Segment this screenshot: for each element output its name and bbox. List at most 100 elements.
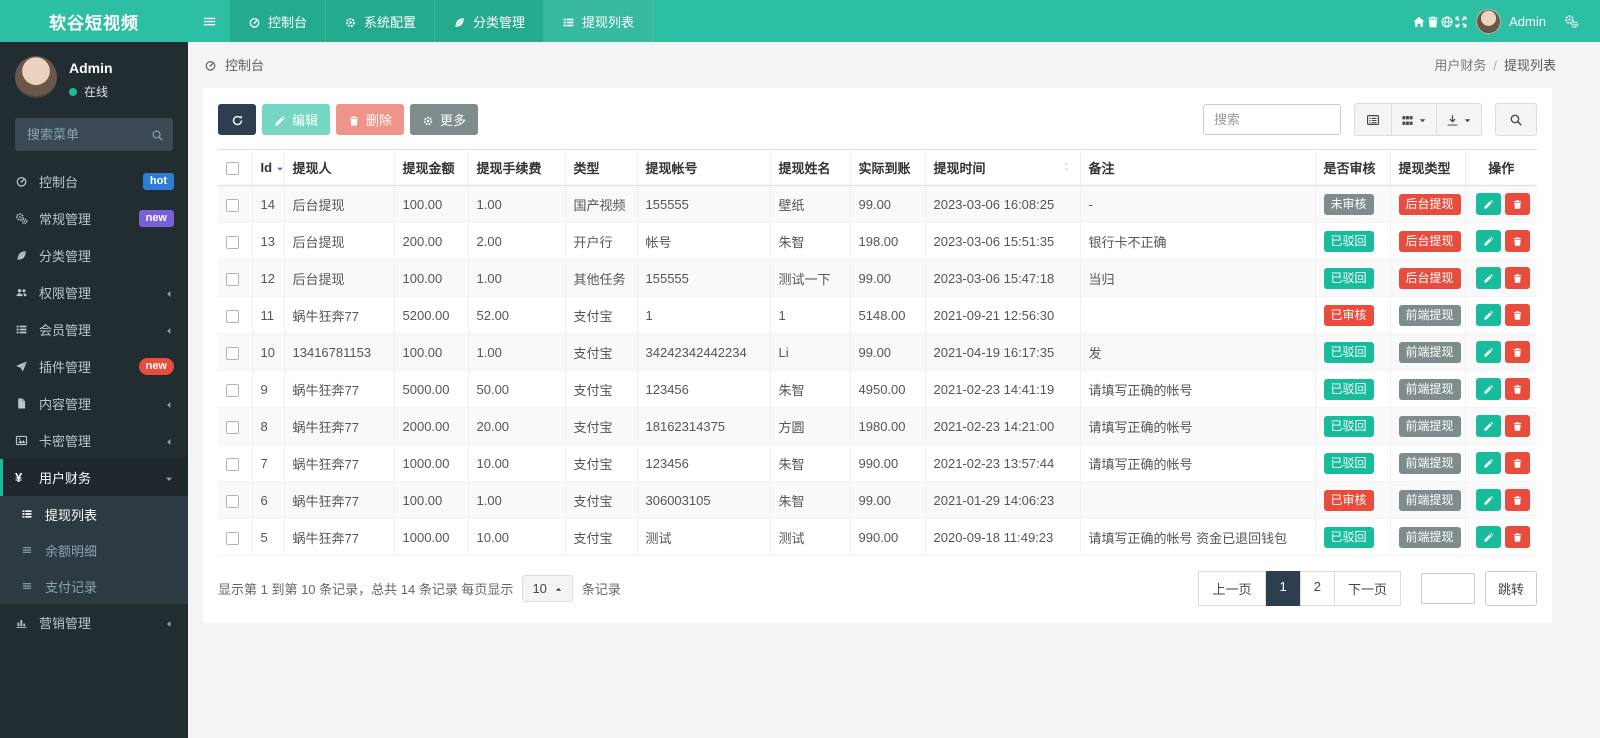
search-button[interactable] [1495, 103, 1537, 136]
row-checkbox[interactable] [226, 531, 239, 545]
table-search-input[interactable] [1203, 104, 1341, 135]
nav-tab-3[interactable]: 提现列表 [544, 0, 654, 42]
delete-row-button[interactable] [1504, 267, 1530, 289]
cell-remark: 请填写正确的帐号 资金已退回钱包 [1080, 518, 1316, 556]
row-checkbox[interactable] [226, 383, 239, 397]
sidebar-item-1[interactable]: 常规管理 new [0, 200, 188, 237]
delete-row-button[interactable] [1504, 304, 1530, 326]
records-summary: 显示第 1 到第 10 条记录，总共 14 条记录 每页显示 [218, 582, 514, 597]
delete-row-button[interactable] [1504, 489, 1530, 511]
column-header[interactable]: 提现帐号 [637, 149, 771, 186]
edit-row-button[interactable] [1475, 230, 1501, 252]
refresh-button[interactable] [218, 104, 256, 135]
column-header[interactable]: 提现姓名 [770, 149, 851, 186]
sidebar-subitem[interactable]: 提现列表 [0, 496, 188, 532]
sidebar-item-6[interactable]: 内容管理 [0, 385, 188, 422]
gears-icon[interactable] [1554, 13, 1588, 29]
columns-button[interactable] [1391, 103, 1437, 136]
chevron-left-icon [164, 615, 174, 630]
delete-row-button[interactable] [1504, 230, 1530, 252]
cell-amount: 1000.00 [394, 444, 469, 482]
column-header[interactable]: 操作 [1465, 149, 1537, 186]
sidebar-item-9[interactable]: 营销管理 [0, 604, 188, 641]
toggle-view-button[interactable] [1354, 103, 1392, 136]
page-button-2[interactable]: 2 [1299, 571, 1335, 606]
nav-tab-1[interactable]: 系统配置 [326, 0, 436, 42]
menu-search-input[interactable] [15, 118, 173, 151]
row-checkbox[interactable] [226, 346, 239, 360]
delete-row-button[interactable] [1504, 378, 1530, 400]
more-button[interactable]: 更多 [410, 104, 479, 135]
content-card: 编辑 删除 更多 搜索 Id 提现人 提现金额 提现手续费 类型 提现帐号 提现… [203, 88, 1552, 623]
table-row: 10 13416781153 100.00 1.00 支付宝 34242342442234… [218, 333, 1537, 371]
fullscreen-icon[interactable] [1454, 13, 1468, 28]
home-icon[interactable] [1412, 13, 1426, 28]
prev-page-button[interactable]: 上一页 [1198, 571, 1266, 606]
sidebar-item-3[interactable]: 权限管理 [0, 274, 188, 311]
nav-tab-0[interactable]: 控制台 [230, 0, 327, 42]
edit-row-button[interactable] [1475, 378, 1501, 400]
delete-row-button[interactable] [1504, 415, 1530, 437]
column-header[interactable]: 提现金额 [394, 149, 469, 186]
row-checkbox[interactable] [226, 309, 239, 323]
column-header[interactable]: Id [252, 149, 285, 186]
language-icon[interactable] [1440, 13, 1454, 28]
cell-withdrawer: 后台提现 [284, 222, 395, 260]
nav-tab-2[interactable]: 分类管理 [435, 0, 545, 42]
jump-page-input[interactable] [1420, 573, 1475, 604]
row-checkbox[interactable] [226, 198, 239, 212]
sidebar-subitem[interactable]: 支付记录 [0, 568, 188, 604]
edit-row-button[interactable] [1475, 267, 1501, 289]
withdraw-type-badge: 前端提现 [1398, 415, 1461, 437]
column-header[interactable]: 类型 [565, 149, 638, 186]
breadcrumb-link[interactable]: 用户财务 [1434, 58, 1486, 73]
delete-row-button[interactable] [1504, 526, 1530, 548]
column-header[interactable]: 提现时间 [925, 149, 1081, 186]
select-all-checkbox[interactable] [226, 162, 239, 176]
edit-row-button[interactable] [1475, 304, 1501, 326]
sidebar-item-4[interactable]: 会员管理 [0, 311, 188, 348]
sidebar-item-7[interactable]: 卡密管理 [0, 422, 188, 459]
edit-row-button[interactable] [1475, 193, 1501, 215]
row-checkbox[interactable] [226, 235, 239, 249]
delete-row-button[interactable] [1504, 452, 1530, 474]
caret-up-icon [554, 581, 563, 596]
row-checkbox[interactable] [226, 457, 239, 471]
column-header[interactable]: 是否审核 [1315, 149, 1391, 186]
sidebar-item-0[interactable]: 控制台 hot [0, 163, 188, 200]
row-checkbox[interactable] [226, 494, 239, 508]
gears-icon [15, 212, 39, 225]
edit-button[interactable]: 编辑 [262, 104, 331, 135]
jump-button[interactable]: 跳转 [1484, 571, 1537, 606]
column-header[interactable]: 提现手续费 [468, 149, 566, 186]
edit-row-button[interactable] [1475, 452, 1501, 474]
sidebar-item-5[interactable]: 插件管理 new [0, 348, 188, 385]
delete-row-button[interactable] [1504, 193, 1530, 215]
per-page-select[interactable]: 10 [522, 575, 573, 602]
next-page-button[interactable]: 下一页 [1333, 571, 1401, 606]
sidebar-subitem[interactable]: 余额明细 [0, 532, 188, 568]
edit-row-button[interactable] [1475, 415, 1501, 437]
column-header[interactable]: 提现类型 [1390, 149, 1466, 186]
edit-row-button[interactable] [1475, 489, 1501, 511]
delete-row-button[interactable] [1504, 341, 1530, 363]
sidebar-item-2[interactable]: 分类管理 [0, 237, 188, 274]
column-header[interactable]: 实际到账 [850, 149, 926, 186]
edit-row-button[interactable] [1475, 341, 1501, 363]
breadcrumb-link[interactable]: 提现列表 [1504, 58, 1556, 73]
column-header[interactable]: 备注 [1080, 149, 1316, 186]
cell-account: 306003105 [637, 481, 771, 519]
edit-row-button[interactable] [1475, 526, 1501, 548]
trash-icon[interactable] [1426, 13, 1440, 28]
column-header[interactable]: 提现人 [284, 149, 395, 186]
user-menu[interactable]: Admin [1476, 8, 1546, 34]
cell-withdrawer: 后台提现 [284, 185, 395, 223]
row-checkbox[interactable] [226, 272, 239, 286]
sidebar-item-8[interactable]: ¥ 用户财务 [0, 459, 188, 496]
export-button[interactable] [1436, 103, 1482, 136]
breadcrumb-left[interactable]: 控制台 [225, 55, 264, 74]
row-checkbox[interactable] [226, 420, 239, 434]
sidebar-toggle-button[interactable] [188, 0, 230, 42]
delete-button[interactable]: 删除 [336, 104, 405, 135]
page-button-1[interactable]: 1 [1265, 571, 1301, 606]
